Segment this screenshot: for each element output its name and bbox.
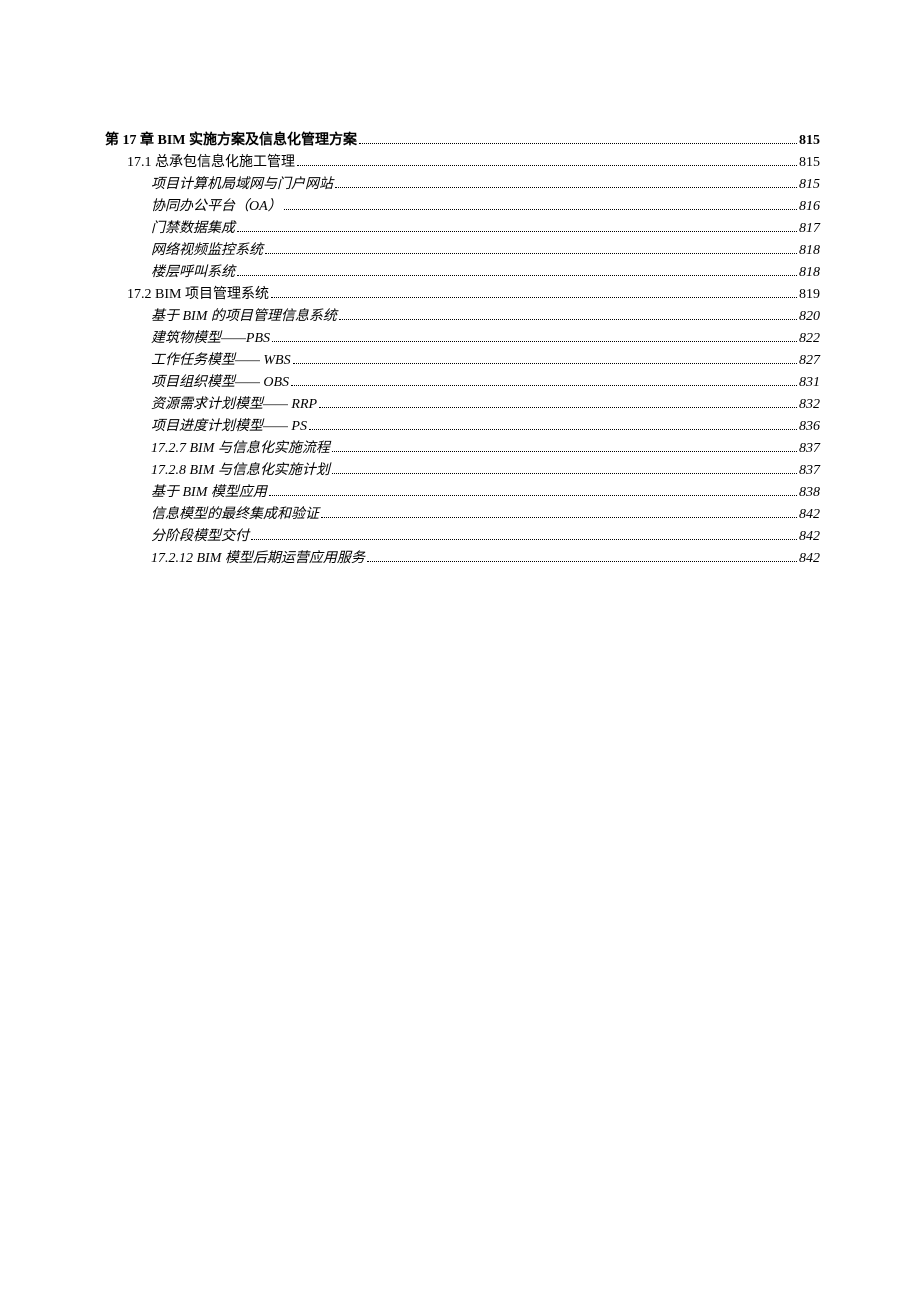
toc-entry-page: 816	[799, 196, 820, 217]
toc-entry: 项目组织模型—— OBS 831	[105, 372, 820, 393]
toc-entry-label: 项目计算机局域网与门户网站	[151, 174, 333, 195]
toc-entry-page: 842	[799, 526, 820, 547]
toc-leader-dots	[237, 263, 797, 276]
toc-leader-dots	[332, 461, 797, 474]
toc-leader-dots	[293, 351, 797, 364]
toc-entry-label: 17.2.12 BIM 模型后期运营应用服务	[151, 548, 365, 569]
toc-leader-dots	[335, 175, 797, 188]
toc-entry: 基于 BIM 模型应用 838	[105, 482, 820, 503]
toc-entry: 信息模型的最终集成和验证 842	[105, 504, 820, 525]
toc-entry-label: 17.2 BIM 项目管理系统	[127, 284, 269, 305]
toc-entry-page: 815	[799, 152, 820, 173]
toc-entry: 17.2.12 BIM 模型后期运营应用服务 842	[105, 548, 820, 569]
toc-leader-dots	[367, 549, 797, 562]
toc-entry-page: 837	[799, 438, 820, 459]
toc-entry-page: 819	[799, 284, 820, 305]
toc-entry: 17.2 BIM 项目管理系统 819	[105, 284, 820, 305]
toc-leader-dots	[332, 439, 797, 452]
toc-entry-label: 分阶段模型交付	[151, 526, 249, 547]
toc-entry-label: 17.2.8 BIM 与信息化实施计划	[151, 460, 330, 481]
toc-entry: 分阶段模型交付 842	[105, 526, 820, 547]
toc-entry-page: 837	[799, 460, 820, 481]
toc-entry-label: 基于 BIM 的项目管理信息系统	[151, 306, 337, 327]
toc-leader-dots	[284, 197, 797, 210]
toc-entry: 17.1 总承包信息化施工管理 815	[105, 152, 820, 173]
toc-entry: 网络视频监控系统 818	[105, 240, 820, 261]
toc-entry-label: 17.2.7 BIM 与信息化实施流程	[151, 438, 330, 459]
toc-entry-label: 资源需求计划模型—— RRP	[151, 394, 317, 415]
toc-entry: 项目进度计划模型—— PS 836	[105, 416, 820, 437]
toc-entry: 第 17 章 BIM 实施方案及信息化管理方案 815	[105, 130, 820, 151]
toc-entry-label: 信息模型的最终集成和验证	[151, 504, 319, 525]
toc-leader-dots	[297, 153, 797, 166]
table-of-contents: 第 17 章 BIM 实施方案及信息化管理方案 81517.1 总承包信息化施工…	[105, 130, 820, 569]
toc-entry: 17.2.7 BIM 与信息化实施流程 837	[105, 438, 820, 459]
toc-entry-page: 842	[799, 548, 820, 569]
toc-entry-label: 17.1 总承包信息化施工管理	[127, 152, 295, 173]
toc-leader-dots	[265, 241, 797, 254]
toc-leader-dots	[237, 219, 797, 232]
toc-entry-page: 842	[799, 504, 820, 525]
toc-entry-page: 822	[799, 328, 820, 349]
toc-entry-page: 815	[799, 130, 820, 151]
toc-entry: 门禁数据集成 817	[105, 218, 820, 239]
toc-leader-dots	[269, 483, 797, 496]
toc-entry: 协同办公平台（OA） 816	[105, 196, 820, 217]
toc-entry: 工作任务模型—— WBS 827	[105, 350, 820, 371]
toc-entry-label: 项目进度计划模型—— PS	[151, 416, 307, 437]
toc-entry-label: 协同办公平台（OA）	[151, 196, 282, 217]
toc-leader-dots	[271, 285, 797, 298]
toc-leader-dots	[339, 307, 797, 320]
toc-entry-page: 818	[799, 240, 820, 261]
toc-leader-dots	[359, 131, 797, 144]
toc-entry-page: 832	[799, 394, 820, 415]
toc-entry-label: 基于 BIM 模型应用	[151, 482, 267, 503]
toc-entry: 基于 BIM 的项目管理信息系统 820	[105, 306, 820, 327]
toc-leader-dots	[321, 505, 797, 518]
toc-entry-page: 818	[799, 262, 820, 283]
toc-entry-label: 第 17 章 BIM 实施方案及信息化管理方案	[105, 130, 357, 151]
toc-entry-page: 827	[799, 350, 820, 371]
toc-leader-dots	[309, 417, 797, 430]
toc-entry-page: 817	[799, 218, 820, 239]
toc-leader-dots	[319, 395, 797, 408]
toc-leader-dots	[251, 527, 797, 540]
toc-entry: 项目计算机局域网与门户网站 815	[105, 174, 820, 195]
toc-leader-dots	[291, 373, 797, 386]
toc-leader-dots	[272, 329, 797, 342]
toc-entry-label: 楼层呼叫系统	[151, 262, 235, 283]
toc-entry-page: 815	[799, 174, 820, 195]
toc-entry-label: 网络视频监控系统	[151, 240, 263, 261]
toc-entry: 17.2.8 BIM 与信息化实施计划 837	[105, 460, 820, 481]
toc-entry-page: 831	[799, 372, 820, 393]
toc-entry: 资源需求计划模型—— RRP 832	[105, 394, 820, 415]
toc-entry: 楼层呼叫系统 818	[105, 262, 820, 283]
toc-entry-label: 工作任务模型—— WBS	[151, 350, 291, 371]
toc-entry-page: 836	[799, 416, 820, 437]
toc-entry-label: 门禁数据集成	[151, 218, 235, 239]
toc-entry-label: 项目组织模型—— OBS	[151, 372, 289, 393]
toc-entry-page: 838	[799, 482, 820, 503]
toc-entry-label: 建筑物模型——PBS	[151, 328, 270, 349]
toc-entry-page: 820	[799, 306, 820, 327]
toc-entry: 建筑物模型——PBS 822	[105, 328, 820, 349]
